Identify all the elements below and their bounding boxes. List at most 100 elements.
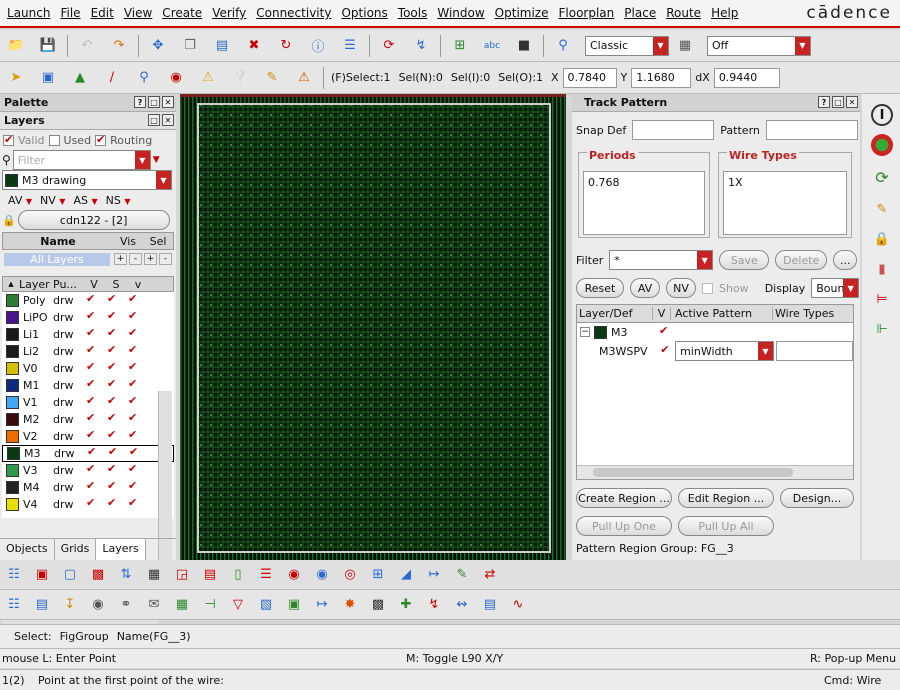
dx-field[interactable]: 0.9440: [713, 67, 780, 88]
valid-checkbox[interactable]: [3, 133, 14, 146]
layer-selectable-checkbox[interactable]: [107, 428, 118, 442]
create-region-button[interactable]: Create Region ...: [576, 488, 672, 508]
ns-button[interactable]: NS ▼: [106, 194, 131, 207]
command-prompt[interactable]: Point at the first point of the wire:: [38, 674, 824, 687]
power-icon[interactable]: I: [871, 104, 893, 126]
float-icon[interactable]: □: [832, 96, 844, 108]
layer-row-v3[interactable]: V3 drw: [2, 462, 174, 479]
layer-selectable-checkbox[interactable]: [107, 309, 118, 323]
sel-minus-icon[interactable]: -: [159, 253, 172, 265]
layer-visible-checkbox[interactable]: [86, 394, 97, 408]
current-layer-combo[interactable]: M3 drawing ▼: [2, 170, 172, 190]
cross-icon[interactable]: ✚: [395, 594, 417, 616]
close-icon[interactable]: ✕: [162, 96, 174, 108]
pin-icon[interactable]: ⇅: [115, 564, 137, 586]
layer-selectable-checkbox[interactable]: [107, 462, 118, 476]
periods-list[interactable]: 0.768: [583, 171, 705, 235]
layer-row-v4[interactable]: V4 drw: [2, 496, 174, 513]
histogram-icon[interactable]: ▯: [227, 564, 249, 586]
as-button[interactable]: AS ▼: [73, 194, 97, 207]
doc-icon[interactable]: ▤: [479, 594, 501, 616]
rotate-icon[interactable]: ↻: [275, 35, 297, 57]
layer-visible-checkbox[interactable]: [86, 428, 97, 442]
layer-valid-checkbox[interactable]: [128, 479, 139, 493]
used-checkbox[interactable]: [48, 134, 60, 146]
add-pin-icon[interactable]: ⊞: [449, 35, 471, 57]
layer-row-m3[interactable]: M3 drw: [2, 445, 174, 462]
layer-valid-checkbox[interactable]: [128, 496, 139, 510]
save-icon[interactable]: 💾: [37, 35, 59, 57]
vis-minus-icon[interactable]: -: [129, 253, 142, 265]
edit-cell-icon[interactable]: ✎: [451, 564, 473, 586]
terminal-icon[interactable]: ▩: [367, 594, 389, 616]
menu-route[interactable]: Route: [661, 0, 706, 27]
nv-button[interactable]: NV: [666, 278, 696, 298]
layer-row-poly[interactable]: Poly drw: [2, 292, 174, 309]
menu-optimize[interactable]: Optimize: [490, 0, 554, 27]
layer-visible-checkbox[interactable]: [86, 377, 97, 391]
layer-valid-checkbox[interactable]: [128, 326, 139, 340]
edit-region-button[interactable]: Edit Region ...: [678, 488, 774, 508]
layer-row-li1[interactable]: Li1 drw: [2, 326, 174, 343]
filter-menu-icon[interactable]: ▼: [153, 155, 160, 165]
open-icon[interactable]: 📁: [5, 35, 27, 57]
probe-net-icon[interactable]: ◉: [87, 594, 109, 616]
save-button[interactable]: Save: [719, 250, 770, 270]
bus-icon[interactable]: ↦: [311, 594, 333, 616]
swap-icon[interactable]: ⇄: [479, 564, 501, 586]
menu-tools[interactable]: Tools: [393, 0, 433, 27]
undo-icon[interactable]: ↶: [76, 35, 98, 57]
place-icon[interactable]: ▣: [31, 564, 53, 586]
lock-icon[interactable]: 🔒: [871, 228, 893, 250]
badge-icon[interactable]: ▣: [283, 594, 305, 616]
info-icon[interactable]: ⓘ: [307, 35, 329, 57]
off-combo[interactable]: Off ▼: [707, 35, 811, 56]
split-icon[interactable]: ⊨: [871, 288, 893, 310]
download-icon[interactable]: ↧: [59, 594, 81, 616]
help-icon[interactable]: ?: [134, 96, 146, 108]
align-icon[interactable]: ☰: [339, 35, 361, 57]
connector-icon[interactable]: ■: [513, 35, 535, 57]
chain-icon[interactable]: ⚭: [115, 594, 137, 616]
layer-row-m4[interactable]: M4 drw: [2, 479, 174, 496]
route-icon[interactable]: ☷: [3, 594, 25, 616]
workspace-settings-icon[interactable]: ▦: [674, 35, 696, 57]
menu-options[interactable]: Options: [336, 0, 392, 27]
y-field[interactable]: 1.1680: [631, 67, 692, 88]
ruler-icon[interactable]: ∕: [101, 67, 123, 89]
layer-visible-checkbox[interactable]: [86, 462, 97, 476]
menu-create[interactable]: Create: [157, 0, 207, 27]
layer-valid-checkbox[interactable]: [128, 360, 139, 374]
layer-valid-checkbox[interactable]: [128, 411, 139, 425]
layer-visible-checkbox[interactable]: [87, 445, 98, 459]
wire-icon[interactable]: ▧: [255, 594, 277, 616]
move-icon[interactable]: ✥: [147, 35, 169, 57]
m3wspv-row[interactable]: M3WSPV minWidth ▼: [577, 341, 853, 361]
select-area-icon[interactable]: ▣: [37, 67, 59, 89]
layer-valid-checkbox[interactable]: [128, 343, 139, 357]
merge-icon[interactable]: ⊩: [871, 318, 893, 340]
design-button[interactable]: Design...: [780, 488, 854, 508]
refresh-icon[interactable]: ⟳: [378, 35, 400, 57]
menu-floorplan[interactable]: Floorplan: [554, 0, 620, 27]
layer-selectable-checkbox[interactable]: [107, 292, 118, 306]
menu-verify[interactable]: Verify: [207, 0, 251, 27]
eye-icon[interactable]: ◉: [311, 564, 333, 586]
help-icon[interactable]: ?: [818, 96, 830, 108]
net-icon[interactable]: ⊣: [199, 594, 221, 616]
workspace-combo[interactable]: Classic ▼: [585, 35, 669, 56]
m3-visible-checkbox[interactable]: [659, 324, 670, 338]
pattern-field[interactable]: [765, 120, 858, 140]
status-light-icon[interactable]: [871, 134, 893, 156]
scroll-thumb[interactable]: [593, 468, 793, 477]
menu-place[interactable]: Place: [619, 0, 661, 27]
layer-valid-checkbox[interactable]: [128, 292, 139, 306]
tree-icon[interactable]: ↯: [423, 594, 445, 616]
all-layers-row[interactable]: All Layers + - + -: [2, 250, 174, 268]
marker-icon[interactable]: ❔: [229, 67, 251, 89]
reset-button[interactable]: Reset: [576, 278, 624, 298]
eraser-icon[interactable]: ▮: [871, 258, 893, 280]
x-field[interactable]: 0.7840: [562, 67, 617, 88]
cell-button[interactable]: cdn122 - [2]: [17, 210, 170, 230]
hier-tree-icon[interactable]: ☷: [3, 564, 25, 586]
